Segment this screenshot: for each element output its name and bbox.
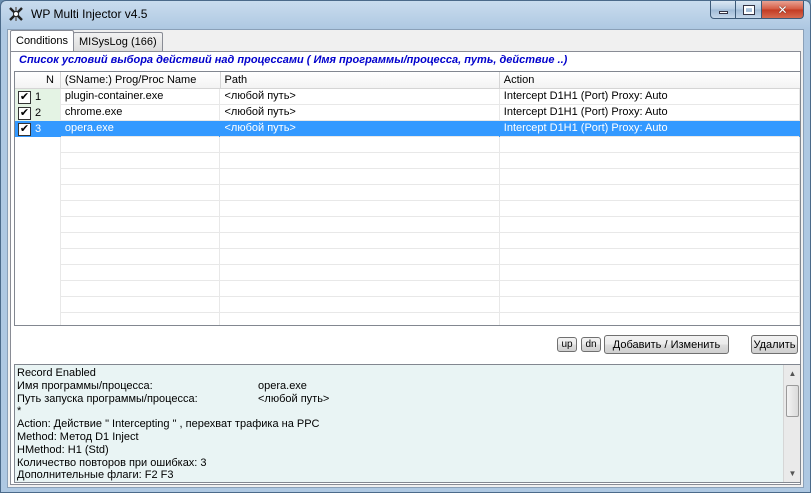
caption-buttons: ✕ [710, 1, 804, 19]
maximize-icon [742, 4, 755, 15]
row-number: 1 [35, 91, 42, 103]
scroll-thumb[interactable] [786, 385, 799, 417]
row-enabled-checkbox[interactable]: ✔ [18, 122, 31, 136]
log-line: Путь запуска программы/процесса: <любой п… [17, 392, 330, 405]
conditions-heading: Список условий выбора действий над проце… [19, 54, 568, 66]
close-button[interactable]: ✕ [762, 1, 804, 19]
empty-row [15, 137, 800, 153]
action-cell: Intercept D1H1 (Port) Proxy: Auto [500, 89, 800, 105]
record-details-log[interactable]: Record Enabled Имя программы/процесса: op… [14, 364, 801, 483]
tab-strip: Conditions MISysLog (166) [10, 30, 163, 52]
process-name-cell: opera.exe [61, 121, 221, 137]
grid-header: N (SName:) Prog/Proc Name Path Action [15, 72, 800, 89]
injector-app-icon [9, 7, 23, 21]
log-line: Record Enabled [17, 367, 96, 379]
table-row[interactable]: ✔ 1 plugin-container.exe <любой путь> In… [15, 89, 800, 105]
path-cell: <любой путь> [220, 105, 500, 121]
row-enabled-checkbox[interactable]: ✔ [18, 106, 31, 120]
log-line: Количество повторов при ошибках: 3 [17, 456, 207, 469]
log-line: HMethod: H1 (Std) [17, 443, 109, 456]
empty-row [15, 233, 800, 249]
row-number: 2 [35, 107, 42, 119]
row-number: 3 [35, 123, 42, 135]
minimize-button[interactable] [710, 1, 736, 19]
log-scrollbar[interactable]: ▲ ▼ [783, 365, 800, 482]
empty-row [15, 297, 800, 313]
empty-row [15, 281, 800, 297]
log-line: * [17, 405, 22, 418]
move-down-button[interactable]: dn [581, 337, 601, 352]
row-number-cell: ✔ 1 [15, 89, 61, 105]
column-header-name[interactable]: (SName:) Prog/Proc Name [61, 72, 221, 89]
log-value: opera.exe [258, 379, 307, 392]
grid-buttons: up dn Добавить / Изменить Удалить [11, 335, 802, 354]
empty-row [15, 153, 800, 169]
process-name-cell: chrome.exe [61, 105, 221, 121]
row-enabled-checkbox[interactable]: ✔ [18, 90, 31, 104]
title-bar[interactable]: WP Multi Injector v4.5 ✕ [1, 1, 810, 28]
empty-row [15, 265, 800, 281]
client-area: Conditions MISysLog (166) Список условий… [7, 29, 804, 488]
conditions-panel: Список условий выбора действий над проце… [10, 51, 801, 485]
row-number-cell: ✔ 2 [15, 105, 61, 121]
add-edit-button[interactable]: Добавить / Изменить [604, 335, 729, 354]
log-text: Record Enabled Имя программы/процесса: op… [17, 367, 780, 482]
tab-misyslog[interactable]: MISysLog (166) [72, 32, 163, 51]
empty-row [15, 217, 800, 233]
empty-row [15, 169, 800, 185]
action-cell: Intercept D1H1 (Port) Proxy: Auto [500, 105, 800, 121]
tab-conditions[interactable]: Conditions [10, 30, 74, 51]
delete-button[interactable]: Удалить [751, 335, 798, 354]
scroll-down-arrow-icon[interactable]: ▼ [785, 466, 800, 481]
window-title: WP Multi Injector v4.5 [31, 7, 148, 21]
log-line: Дополнительные флаги: F2 F3 [17, 469, 174, 482]
log-line: Action: Действие " Intercepting " , пере… [17, 418, 320, 431]
process-name-cell: plugin-container.exe [61, 89, 221, 105]
column-header-action[interactable]: Action [500, 72, 800, 89]
column-header-path[interactable]: Path [221, 72, 500, 89]
close-icon: ✕ [777, 2, 788, 17]
table-row-selected[interactable]: ✔ 3 opera.exe <любой путь> Intercept D1H… [15, 121, 800, 137]
column-header-n[interactable]: N [15, 72, 61, 89]
table-row[interactable]: ✔ 2 chrome.exe <любой путь> Intercept D1… [15, 105, 800, 121]
conditions-grid[interactable]: N (SName:) Prog/Proc Name Path Action ✔ … [14, 71, 801, 326]
empty-row [15, 185, 800, 201]
empty-row [15, 313, 800, 325]
log-value: <любой путь> [258, 392, 330, 405]
log-line: Имя программы/процесса: opera.exe [17, 379, 307, 392]
minimize-icon [718, 11, 728, 14]
move-up-button[interactable]: up [557, 337, 577, 352]
log-line: Method: Метод D1 Inject [17, 430, 139, 443]
action-cell: Intercept D1H1 (Port) Proxy: Auto [500, 121, 800, 137]
maximize-button[interactable] [736, 1, 762, 19]
app-window: WP Multi Injector v4.5 ✕ Conditions MISy… [0, 0, 811, 493]
empty-row [15, 201, 800, 217]
path-cell: <любой путь> [220, 121, 500, 137]
path-cell: <любой путь> [220, 89, 500, 105]
row-number-cell: ✔ 3 [15, 121, 61, 137]
empty-row [15, 249, 800, 265]
scroll-up-arrow-icon[interactable]: ▲ [785, 366, 800, 381]
